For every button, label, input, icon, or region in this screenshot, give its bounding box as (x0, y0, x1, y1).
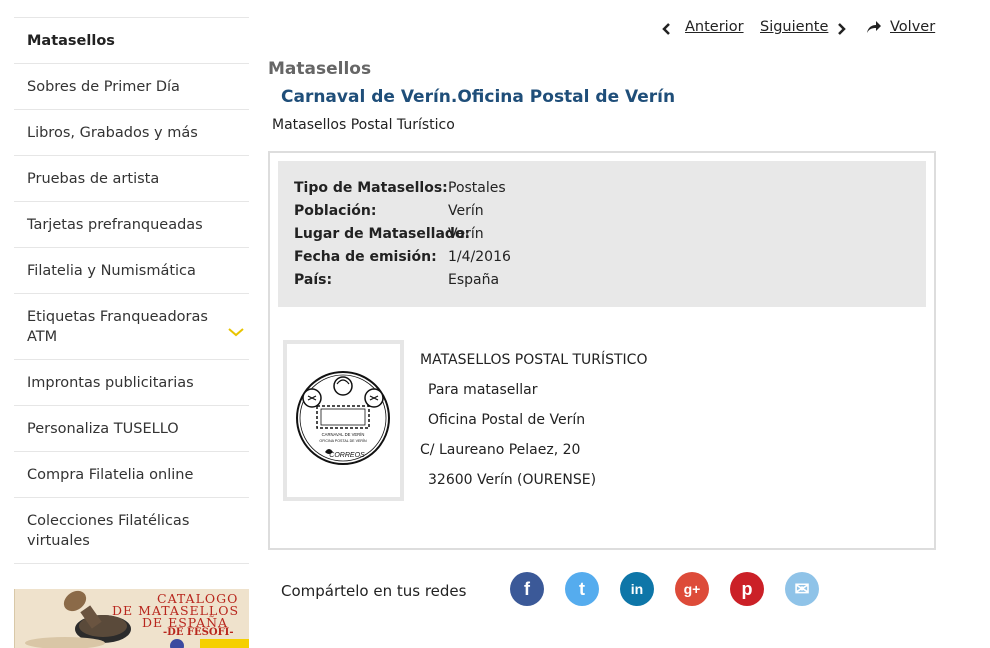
twitter-icon[interactable]: t (565, 572, 599, 606)
sidebar-item-label: Sobres de Primer Día (27, 79, 180, 95)
pinterest-icon[interactable]: p (730, 572, 764, 606)
sidebar-item-matasellos[interactable]: Matasellos (14, 18, 249, 64)
sidebar-item-sobres-primer-dia[interactable]: Sobres de Primer Día (14, 64, 249, 110)
postmark-text-1: CARNAVAL DE VERÍN (322, 432, 365, 437)
sidebar-item-label: Matasellos (27, 33, 115, 49)
linkedin-icon[interactable]: in (620, 572, 654, 606)
sidebar-item-label: Etiquetas Franqueadoras (27, 309, 208, 325)
section-title: Matasellos (268, 59, 372, 79)
sidebar-item-label-line2: ATM (27, 329, 58, 345)
next-link-label[interactable]: Siguiente (760, 19, 828, 35)
description-line: Para matasellar (428, 382, 538, 398)
info-key: Lugar de Matasellado: (294, 226, 471, 242)
facebook-icon[interactable]: f (510, 572, 544, 606)
postmark-image[interactable]: CARNAVAL DE VERÍN OFICINA POSTAL DE VERÍ… (283, 340, 404, 501)
sidebar-item-label: Tarjetas prefranqueadas (27, 217, 203, 233)
postmark-graphic: CARNAVAL DE VERÍN OFICINA POSTAL DE VERÍ… (296, 371, 390, 465)
sidebar-item-tusello[interactable]: Personaliza TUSELLO (14, 406, 249, 452)
seal-icon (170, 639, 184, 648)
description-line: 32600 Verín (OURENSE) (428, 472, 597, 488)
promo-line-4: -DE FESOFI- (163, 627, 234, 638)
chevron-left-icon (662, 23, 670, 35)
sidebar-item-label: Pruebas de artista (27, 171, 160, 187)
sidebar-item-colecciones-virtuales[interactable]: Colecciones Filatélicas virtuales (14, 498, 249, 564)
sidebar-item-label: Colecciones Filatélicas (27, 513, 190, 529)
rubber-stamp-icon (25, 590, 131, 648)
chevron-down-icon[interactable] (227, 326, 245, 338)
info-value: Postales (448, 180, 506, 196)
sidebar-item-tarjetas[interactable]: Tarjetas prefranqueadas (14, 202, 249, 248)
sidebar-item-filatelia-numismatica[interactable]: Filatelia y Numismática (14, 248, 249, 294)
info-value: España (448, 272, 500, 288)
info-value: Verín (448, 203, 484, 219)
share-label: Compártelo en tus redes (281, 582, 467, 600)
sidebar-item-improntas[interactable]: Improntas publicitarias (14, 360, 249, 406)
sidebar-item-libros[interactable]: Libros, Grabados y más (14, 110, 249, 156)
sidebar-item-label: Compra Filatelia online (27, 467, 194, 483)
info-value: Verín (448, 226, 484, 242)
page-title: Carnaval de Verín.Oficina Postal de Verí… (281, 87, 676, 107)
flag-icon (200, 639, 249, 648)
postmark-brand: CORREOS (329, 452, 365, 459)
page-subtitle: Matasellos Postal Turístico (272, 117, 455, 133)
chevron-right-icon (838, 23, 846, 35)
email-icon[interactable]: ✉ (785, 572, 819, 606)
catalog-promo-banner[interactable]: CATALOGO DE MATASELLOS DE ESPAÑA -DE FES… (14, 589, 249, 648)
description-title: MATASELLOS POSTAL TURÍSTICO (420, 352, 648, 368)
description-line: Oficina Postal de Verín (428, 412, 586, 428)
info-key: Tipo de Matasellos: (294, 180, 448, 196)
sidebar-item-label: Improntas publicitarias (27, 375, 194, 391)
sidebar-item-label: Personaliza TUSELLO (27, 421, 179, 437)
postmark-text-2: OFICINA POSTAL DE VERÍN (319, 439, 367, 443)
back-link-label[interactable]: Volver (890, 19, 935, 35)
sidebar-item-compra-online[interactable]: Compra Filatelia online (14, 452, 249, 498)
info-key: País: (294, 272, 333, 288)
sidebar-item-label-line2: virtuales (27, 533, 90, 549)
info-key: Población: (294, 203, 377, 219)
info-key: Fecha de emisión: (294, 249, 437, 265)
info-value: 1/4/2016 (448, 249, 511, 265)
share-arrow-icon (867, 21, 881, 33)
sidebar-item-pruebas-artista[interactable]: Pruebas de artista (14, 156, 249, 202)
sidebar-item-label: Libros, Grabados y más (27, 125, 198, 141)
googleplus-icon[interactable]: g+ (675, 572, 709, 606)
sidebar-item-label: Filatelia y Numismática (27, 263, 196, 279)
prev-link-label[interactable]: Anterior (685, 19, 744, 35)
sidebar-item-etiquetas-atm[interactable]: Etiquetas Franqueadoras ATM (14, 294, 249, 360)
description-line: C/ Laureano Pelaez, 20 (420, 442, 581, 458)
